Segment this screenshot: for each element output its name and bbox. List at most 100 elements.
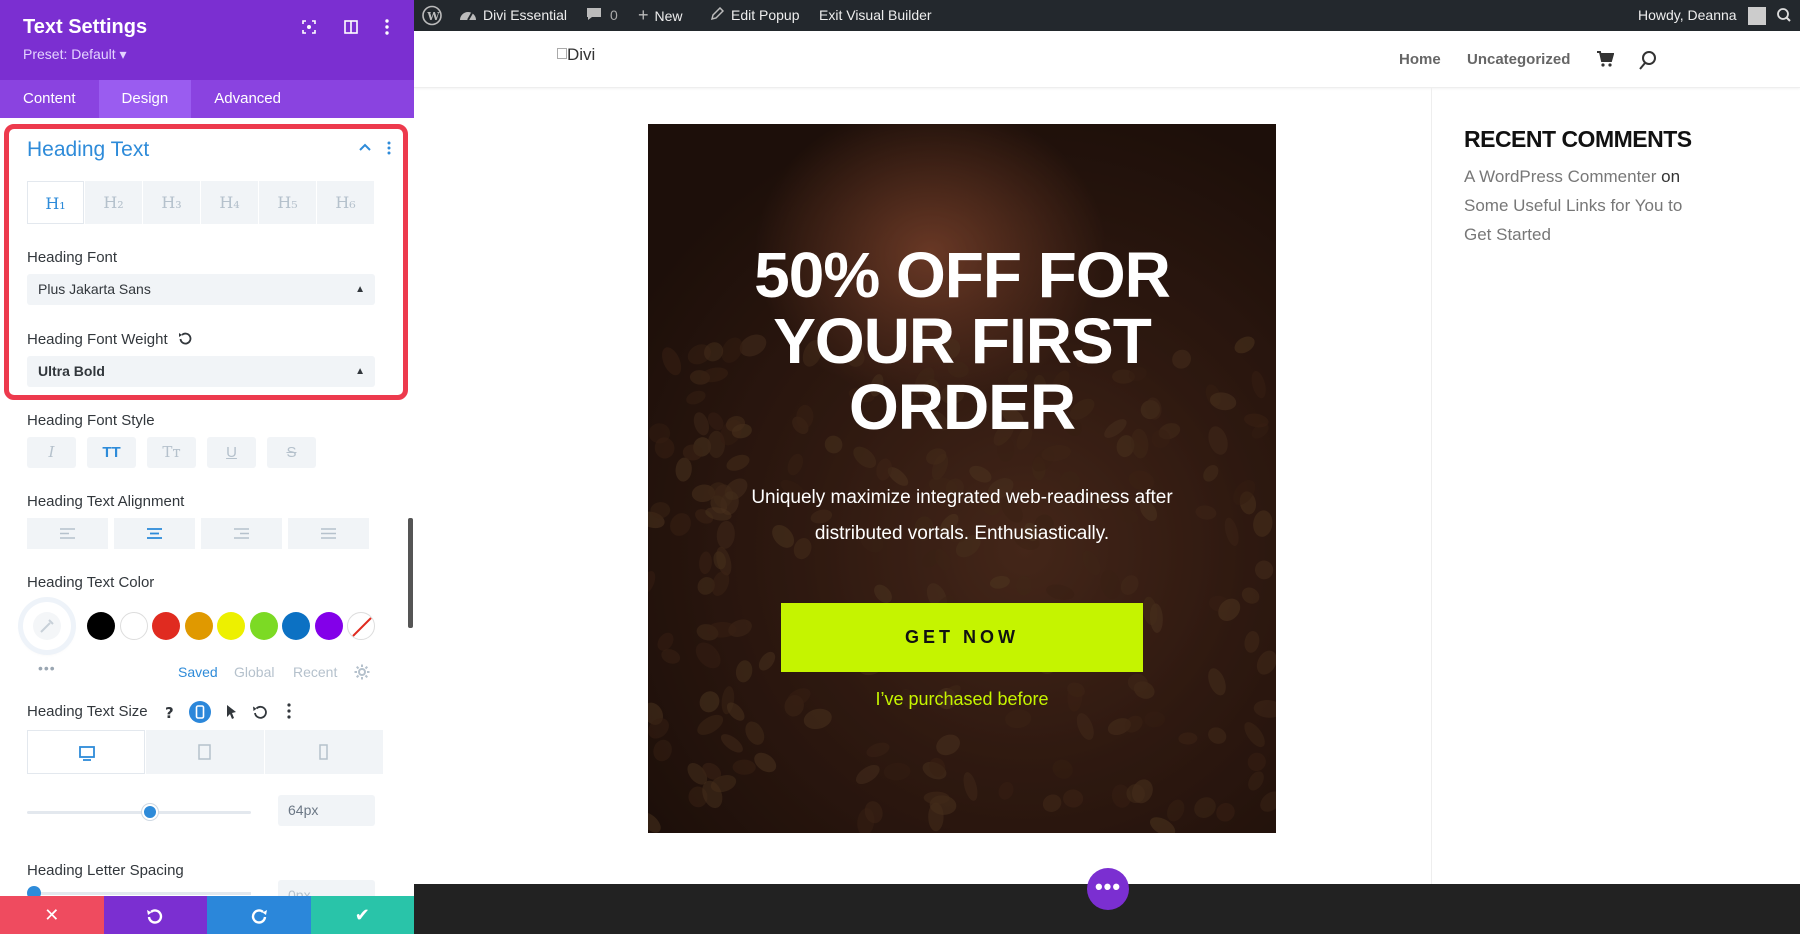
strikethrough-button[interactable]: S — [267, 437, 316, 468]
color-swatch[interactable] — [119, 612, 148, 640]
svg-text:?: ? — [165, 704, 174, 721]
help-icon[interactable]: ? — [162, 703, 178, 726]
color-swatch[interactable] — [314, 612, 343, 640]
search-icon[interactable] — [1639, 50, 1657, 75]
color-swatch[interactable] — [87, 612, 115, 640]
tab-phone[interactable] — [265, 730, 383, 774]
responsive-icon[interactable] — [188, 700, 212, 729]
color-swatch[interactable] — [152, 612, 180, 640]
align-left-button[interactable] — [27, 518, 108, 549]
heading-level-h1[interactable]: H₁ — [27, 181, 84, 224]
heading-weight-select[interactable]: Ultra Bold ▲ — [27, 356, 375, 387]
color-picker-button[interactable] — [23, 602, 71, 650]
more-colors-icon[interactable]: ••• — [38, 660, 56, 676]
alignment-label: Heading Text Alignment — [27, 493, 185, 510]
panel-header: Text Settings Preset: Default ▾ — [0, 0, 414, 86]
coffee-beans-image — [648, 124, 1276, 833]
no-color-swatch[interactable] — [347, 612, 375, 640]
tab-tablet[interactable] — [146, 730, 264, 774]
alignment-buttons — [27, 518, 375, 549]
purchased-before-link[interactable]: I’ve purchased before — [648, 689, 1276, 710]
svg-text:W: W — [426, 10, 440, 23]
heading-font-label: Heading Font — [27, 249, 118, 266]
redo-button[interactable] — [207, 896, 311, 934]
split-view-icon[interactable] — [340, 16, 362, 38]
get-now-button[interactable]: GET NOW — [781, 603, 1143, 672]
nav-uncategorized[interactable]: Uncategorized — [1467, 51, 1570, 68]
panel-scrollbar[interactable] — [408, 518, 413, 628]
account-menu[interactable]: Howdy, Deanna — [1638, 0, 1767, 31]
builder-menu-button[interactable]: ••• — [1087, 868, 1129, 910]
undo-button[interactable] — [103, 896, 207, 934]
wp-admin-bar: W Divi Essential 0 + New Edit Popup Exit … — [414, 0, 1800, 31]
discard-button[interactable]: ✕ — [0, 896, 104, 934]
tab-content[interactable]: Content — [0, 80, 99, 118]
color-swatch[interactable] — [217, 612, 245, 640]
align-right-button[interactable] — [201, 518, 282, 549]
heading-style-label: Heading Font Style — [27, 412, 155, 429]
gear-icon[interactable] — [354, 664, 370, 685]
uppercase-button[interactable]: TT — [87, 437, 136, 468]
broken-image-icon — [557, 48, 567, 59]
size-input[interactable]: 64px — [278, 795, 375, 826]
color-tab-global[interactable]: Global — [234, 664, 274, 680]
device-tabs — [27, 730, 384, 774]
size-slider-handle[interactable] — [142, 804, 159, 820]
new-content-link[interactable]: + New — [638, 0, 683, 32]
letter-spacing-slider[interactable] — [27, 892, 251, 895]
nav-home[interactable]: Home — [1399, 51, 1441, 68]
section-title[interactable]: Heading Text — [27, 138, 149, 162]
exit-visual-builder-link[interactable]: Exit Visual Builder — [819, 0, 932, 31]
comment-icon — [586, 1, 602, 32]
heading-level-h2[interactable]: H₂ — [85, 181, 142, 224]
capitalize-button[interactable]: Tᴛ — [147, 437, 196, 468]
heading-level-h5[interactable]: H₅ — [259, 181, 316, 224]
hover-cursor-icon[interactable] — [224, 703, 240, 726]
chevron-up-icon[interactable] — [358, 140, 372, 159]
tab-design[interactable]: Design — [98, 80, 192, 118]
comments-link[interactable]: 0 — [586, 0, 618, 32]
dashboard-icon — [459, 1, 477, 32]
more-options-icon[interactable] — [286, 702, 292, 725]
heading-font-select[interactable]: Plus Jakarta Sans ▲ — [27, 274, 375, 305]
popup-heading[interactable]: 50% OFF FOR YOUR FIRST ORDER — [648, 242, 1276, 440]
heading-level-h4[interactable]: H₄ — [201, 181, 258, 224]
comment-post-link[interactable]: Some Useful Links for You to Get Started — [1464, 196, 1682, 244]
preset-dropdown[interactable]: Preset: Default ▾ — [23, 46, 127, 63]
align-justify-button[interactable] — [288, 518, 369, 549]
more-options-icon[interactable] — [376, 16, 398, 38]
heading-level-h3[interactable]: H₃ — [143, 181, 200, 224]
section-more-icon[interactable] — [386, 140, 392, 161]
comment-author-link[interactable]: A WordPress Commenter — [1464, 167, 1656, 186]
panel-body: Heading Text H₁ H₂ H₃ H₄ H₅ H₆ Heading F… — [0, 118, 414, 896]
heading-level-h6[interactable]: H₆ — [317, 181, 374, 224]
heading-font-value: Plus Jakarta Sans — [38, 281, 151, 297]
tab-advanced[interactable]: Advanced — [191, 80, 304, 118]
letter-spacing-input[interactable]: 0px — [278, 880, 375, 896]
size-slider-track[interactable] — [27, 811, 251, 814]
color-swatch[interactable] — [282, 612, 310, 640]
underline-button[interactable]: U — [207, 437, 256, 468]
color-tab-recent[interactable]: Recent — [293, 664, 337, 680]
heading-weight-label: Heading Font Weight — [27, 331, 192, 349]
reset-icon[interactable] — [178, 331, 192, 349]
color-tab-saved[interactable]: Saved — [178, 664, 218, 680]
promo-popup: 50% OFF FOR YOUR FIRST ORDER Uniquely ma… — [648, 124, 1276, 833]
save-button[interactable]: ✔ — [310, 896, 414, 934]
site-logo[interactable]: Divi — [557, 45, 595, 65]
site-name-link[interactable]: Divi Essential — [459, 0, 567, 32]
color-swatch[interactable] — [184, 612, 213, 640]
fullscreen-icon[interactable] — [298, 16, 320, 38]
italic-button[interactable]: I — [27, 437, 76, 468]
letter-spacing-handle[interactable] — [27, 886, 41, 896]
color-swatch[interactable] — [249, 612, 278, 640]
reset-icon[interactable] — [252, 704, 268, 725]
cart-icon[interactable] — [1596, 50, 1615, 73]
letter-spacing-label: Heading Letter Spacing — [27, 862, 184, 879]
align-center-button[interactable] — [114, 518, 195, 549]
tab-desktop[interactable] — [27, 730, 145, 774]
site-header: Divi Home Uncategorized — [414, 31, 1800, 88]
panel-tabs: Content Design Advanced — [0, 80, 414, 118]
edit-popup-link[interactable]: Edit Popup — [710, 0, 800, 32]
phone-icon — [319, 744, 328, 760]
